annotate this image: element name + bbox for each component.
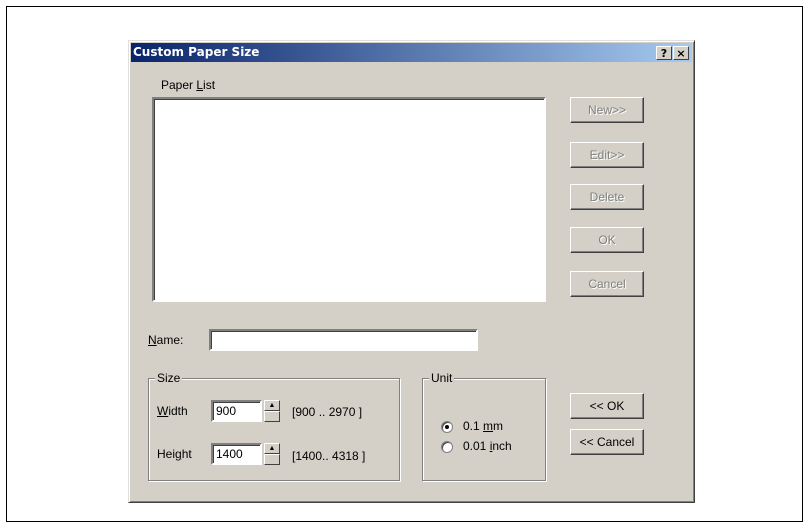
radio-mm[interactable] — [441, 421, 453, 433]
new-button[interactable]: New>> — [570, 97, 644, 123]
radio-inch[interactable] — [441, 441, 453, 453]
window-title: Custom Paper Size — [133, 45, 260, 59]
help-button[interactable]: ? — [656, 46, 672, 60]
name-label: Name: — [148, 333, 184, 347]
name-field[interactable] — [209, 329, 478, 351]
title-bar[interactable]: Custom Paper Size ? × — [131, 43, 692, 62]
paper-list[interactable] — [152, 97, 546, 302]
spin-up-icon[interactable]: ▲ — [264, 443, 280, 454]
height-input[interactable]: 1400 — [211, 443, 262, 465]
custom-paper-size-dialog: Custom Paper Size ? × Paper List New>> E… — [128, 40, 695, 503]
spin-down-icon[interactable] — [264, 411, 280, 422]
close-button[interactable]: × — [673, 46, 689, 60]
width-range: [900 .. 2970 ] — [292, 405, 363, 419]
spin-up-icon[interactable]: ▲ — [264, 400, 280, 411]
edit-button[interactable]: Edit>> — [570, 142, 644, 168]
paper-list-label: Paper List — [161, 78, 216, 92]
size-group: Size Width 900 ▲ [900 .. 2970 ] Height 1… — [148, 371, 400, 481]
width-spinner[interactable]: ▲ — [264, 400, 280, 422]
ok-button[interactable]: << OK — [570, 393, 644, 419]
cancel-button[interactable]: << Cancel — [570, 429, 644, 455]
cancel-small-button[interactable]: Cancel — [570, 271, 644, 297]
width-label: Width — [157, 404, 188, 418]
width-input[interactable]: 900 — [211, 400, 262, 422]
close-icon: × — [676, 47, 686, 60]
unit-inch-label[interactable]: 0.01 inch — [463, 439, 512, 453]
help-icon: ? — [660, 47, 668, 60]
unit-group: Unit 0.1 mm 0.01 inch — [422, 371, 546, 481]
delete-button[interactable]: Delete — [570, 184, 644, 210]
ok-small-button[interactable]: OK — [570, 227, 644, 253]
spin-down-icon[interactable] — [264, 454, 280, 465]
height-range: [1400.. 4318 ] — [292, 449, 366, 463]
height-label: Height — [157, 447, 192, 461]
height-spinner[interactable]: ▲ — [264, 443, 280, 465]
size-group-label: Size — [155, 371, 183, 385]
unit-mm-label[interactable]: 0.1 mm — [463, 419, 503, 433]
unit-group-label: Unit — [429, 371, 455, 385]
